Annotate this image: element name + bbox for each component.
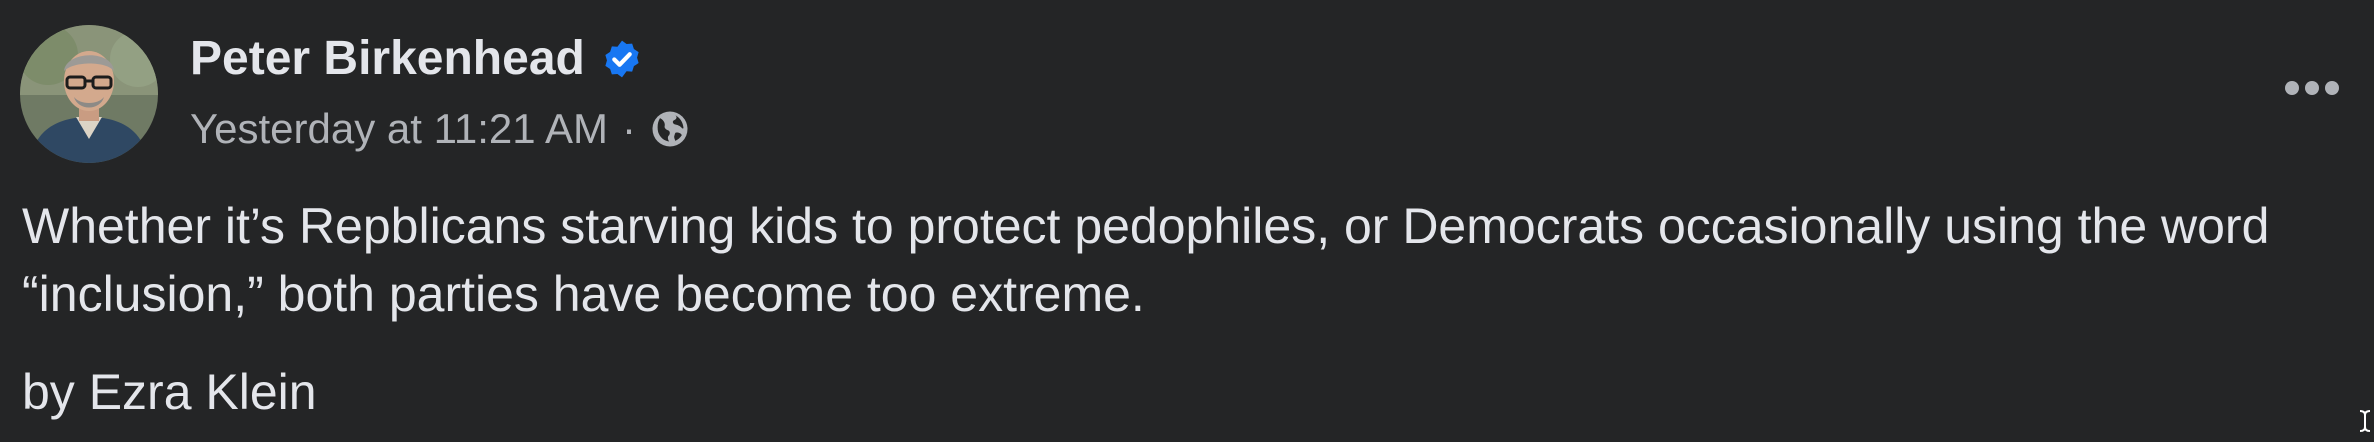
post-header: Peter Birkenhead Yesterday at 11:21 AM · bbox=[20, 24, 690, 164]
more-options-icon bbox=[2285, 81, 2339, 95]
author-name[interactable]: Peter Birkenhead bbox=[190, 35, 585, 83]
globe-icon[interactable] bbox=[650, 109, 690, 149]
post-byline: by Ezra Klein bbox=[22, 364, 317, 420]
post-text-paragraph: Whether it’s Repblicans starving kids to… bbox=[22, 198, 2270, 322]
post-subtitle-row: Yesterday at 11:21 AM · bbox=[190, 94, 690, 164]
author-row: Peter Birkenhead bbox=[190, 24, 690, 94]
text-cursor-icon bbox=[2358, 409, 2372, 438]
separator-dot: · bbox=[621, 105, 636, 152]
avatar[interactable] bbox=[20, 25, 158, 163]
post-meta: Peter Birkenhead Yesterday at 11:21 AM · bbox=[190, 24, 690, 164]
verified-badge-icon bbox=[601, 38, 643, 80]
post-timestamp[interactable]: Yesterday at 11:21 AM bbox=[190, 108, 608, 150]
facebook-post: Peter Birkenhead Yesterday at 11:21 AM · bbox=[0, 0, 2374, 442]
post-body: Whether it’s Repblicans starving kids to… bbox=[22, 192, 2352, 426]
more-options-button[interactable] bbox=[2272, 58, 2352, 118]
